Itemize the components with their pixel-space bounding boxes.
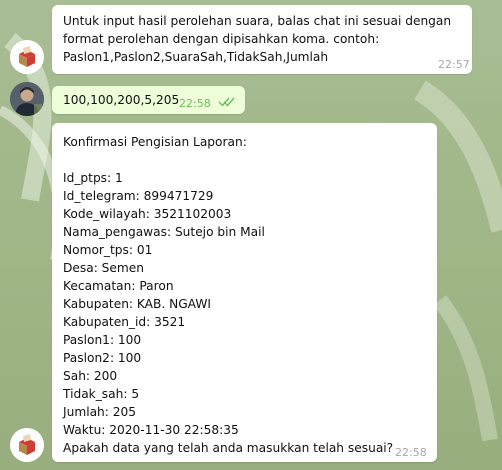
message-time: 22:57 — [438, 58, 470, 71]
confirmation-line: Paslon2: 100 — [63, 351, 142, 365]
confirmation-line: Kode_wilayah: 3521102003 — [63, 207, 232, 221]
confirmation-line: Id_ptps: 1 — [63, 171, 123, 185]
confirmation-line: Sah: 200 — [63, 369, 118, 383]
message-text: Untuk input hasil perolehan suara, balas… — [63, 14, 452, 64]
user-avatar[interactable] — [10, 82, 44, 116]
confirmation-line: Id_telegram: 899471729 — [63, 189, 214, 203]
confirmation-line: Kecamatan: Paron — [63, 279, 174, 293]
confirmation-line: Waktu: 2020-11-30 22:58:35 — [63, 423, 239, 437]
read-double-check-icon — [218, 97, 235, 107]
confirmation-question: Apakah data yang telah anda masukkan tel… — [63, 441, 394, 455]
message-bubble-outgoing[interactable]: 100,100,200,5,205 22:58 — [52, 86, 245, 114]
bot-avatar[interactable] — [10, 428, 44, 462]
ballot-box-logo-icon — [10, 40, 44, 74]
confirmation-line: Paslon1: 100 — [63, 333, 142, 347]
message-bubble[interactable]: Untuk input hasil perolehan suara, balas… — [52, 5, 472, 74]
user-photo-icon — [10, 82, 44, 116]
confirmation-line: Nomor_tps: 01 — [63, 243, 153, 257]
confirmation-line: Nama_pengawas: Sutejo bin Mail — [63, 225, 265, 239]
confirmation-line: Kabupaten: KAB. NGAWI — [63, 297, 211, 311]
confirmation-line: Konfirmasi Pengisian Laporan: — [63, 135, 247, 149]
confirmation-line: Tidak_sah: 5 — [63, 387, 140, 401]
confirmation-text: Konfirmasi Pengisian Laporan: Id_ptps: 1… — [63, 133, 433, 457]
ballot-box-logo-icon — [10, 428, 44, 462]
message-text: 100,100,200,5,205 — [63, 93, 180, 107]
bot-avatar[interactable] — [10, 40, 44, 74]
message-time: 22:58 — [179, 97, 211, 110]
confirmation-line: Jumlah: 205 — [63, 405, 137, 419]
message-time: 22:58 — [395, 446, 427, 459]
confirmation-line — [63, 151, 433, 169]
message-bubble[interactable]: Konfirmasi Pengisian Laporan: Id_ptps: 1… — [52, 123, 437, 462]
confirmation-line: Desa: Semen — [63, 261, 145, 275]
confirmation-line: Kabupaten_id: 3521 — [63, 315, 186, 329]
